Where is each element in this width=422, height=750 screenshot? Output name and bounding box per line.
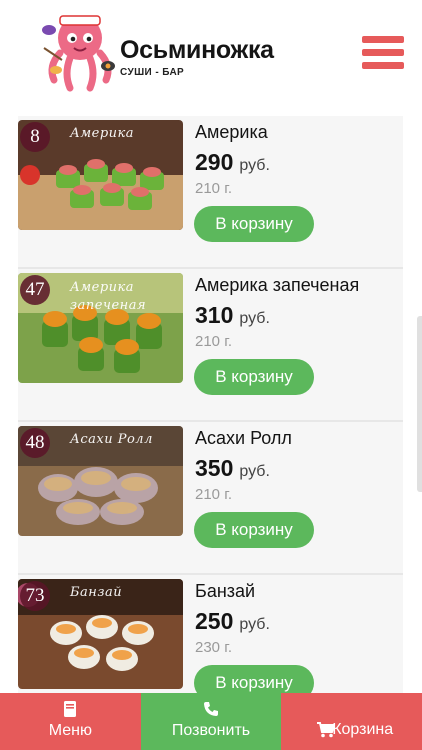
call-label: Позвонить [171,722,251,739]
hamburger-menu-icon[interactable] [362,36,404,74]
product-image-label: Америка запеченая [70,280,147,313]
add-to-cart-button[interactable]: В корзину [194,512,314,548]
menu-button[interactable]: Меню [0,693,141,750]
hamburger-line [362,62,404,69]
phone-icon [204,702,218,716]
product-image[interactable]: 73 Банзай [18,579,183,689]
product-name[interactable]: Банзай [195,581,255,602]
product-image-label: Банзай [70,585,123,600]
price-currency: руб. [239,616,270,633]
cart-button[interactable]: Корзина [281,693,422,750]
product-weight: 210 г. [195,180,233,197]
product-weight: 210 г. [195,333,233,350]
product-image[interactable]: 47 Америка запеченая [18,273,183,383]
octopus-mascot-icon [42,15,115,92]
brand-tagline: СУШИ - БАР [120,67,185,78]
product-number-badge: 47 [20,275,50,305]
add-to-cart-button[interactable]: В корзину [194,359,314,395]
menu-label: Меню [48,722,92,739]
price-value: 290 [195,149,234,175]
brand-logo[interactable]: Осьминожка СУШИ - БАР [40,8,290,98]
scrollbar[interactable] [417,316,422,492]
price-value: 310 [195,302,234,328]
product-number-badge: 8 [20,122,50,152]
product-price: 350 руб. [195,455,270,482]
product-name[interactable]: Америка запеченая [195,275,359,296]
book-icon [64,701,77,717]
product-number-badge: 48 [20,428,50,458]
product-list: 8 Америка Америка 290 руб. 210 г. В корзи… [18,116,403,728]
product-card: 48 Асахи Ролл Асахи Ролл 350 руб. 210 г. … [18,422,403,575]
product-price: 290 руб. [195,149,270,176]
cart-label: Корзина [332,721,394,738]
product-image-label: Америка [70,126,135,141]
call-button[interactable]: Позвонить [140,693,282,750]
price-value: 250 [195,608,234,634]
brand-name: Осьминожка [120,36,274,64]
product-weight: 210 г. [195,486,233,503]
product-name[interactable]: Асахи Ролл [195,428,292,449]
price-currency: руб. [239,310,270,327]
product-card: 47 Америка запеченая Америка запеченая 3… [18,269,403,422]
bottom-navigation: Меню Позвонить Корзина [0,693,422,750]
price-currency: руб. [239,463,270,480]
product-image[interactable]: 48 Асахи Ролл [18,426,183,536]
product-card: 8 Америка Америка 290 руб. 210 г. В корзи… [18,116,403,269]
product-name[interactable]: Америка [195,122,268,143]
hamburger-line [362,49,404,56]
product-number-badge: 73 [20,581,50,611]
product-image-label: Асахи Ролл [70,432,153,447]
header: Осьминожка СУШИ - БАР [0,0,422,108]
product-image[interactable]: 8 Америка [18,120,183,230]
product-price: 250 руб. [195,608,270,635]
price-currency: руб. [239,157,270,174]
hamburger-line [362,36,404,43]
add-to-cart-button[interactable]: В корзину [194,206,314,242]
price-value: 350 [195,455,234,481]
product-price: 310 руб. [195,302,270,329]
product-weight: 230 г. [195,639,233,656]
